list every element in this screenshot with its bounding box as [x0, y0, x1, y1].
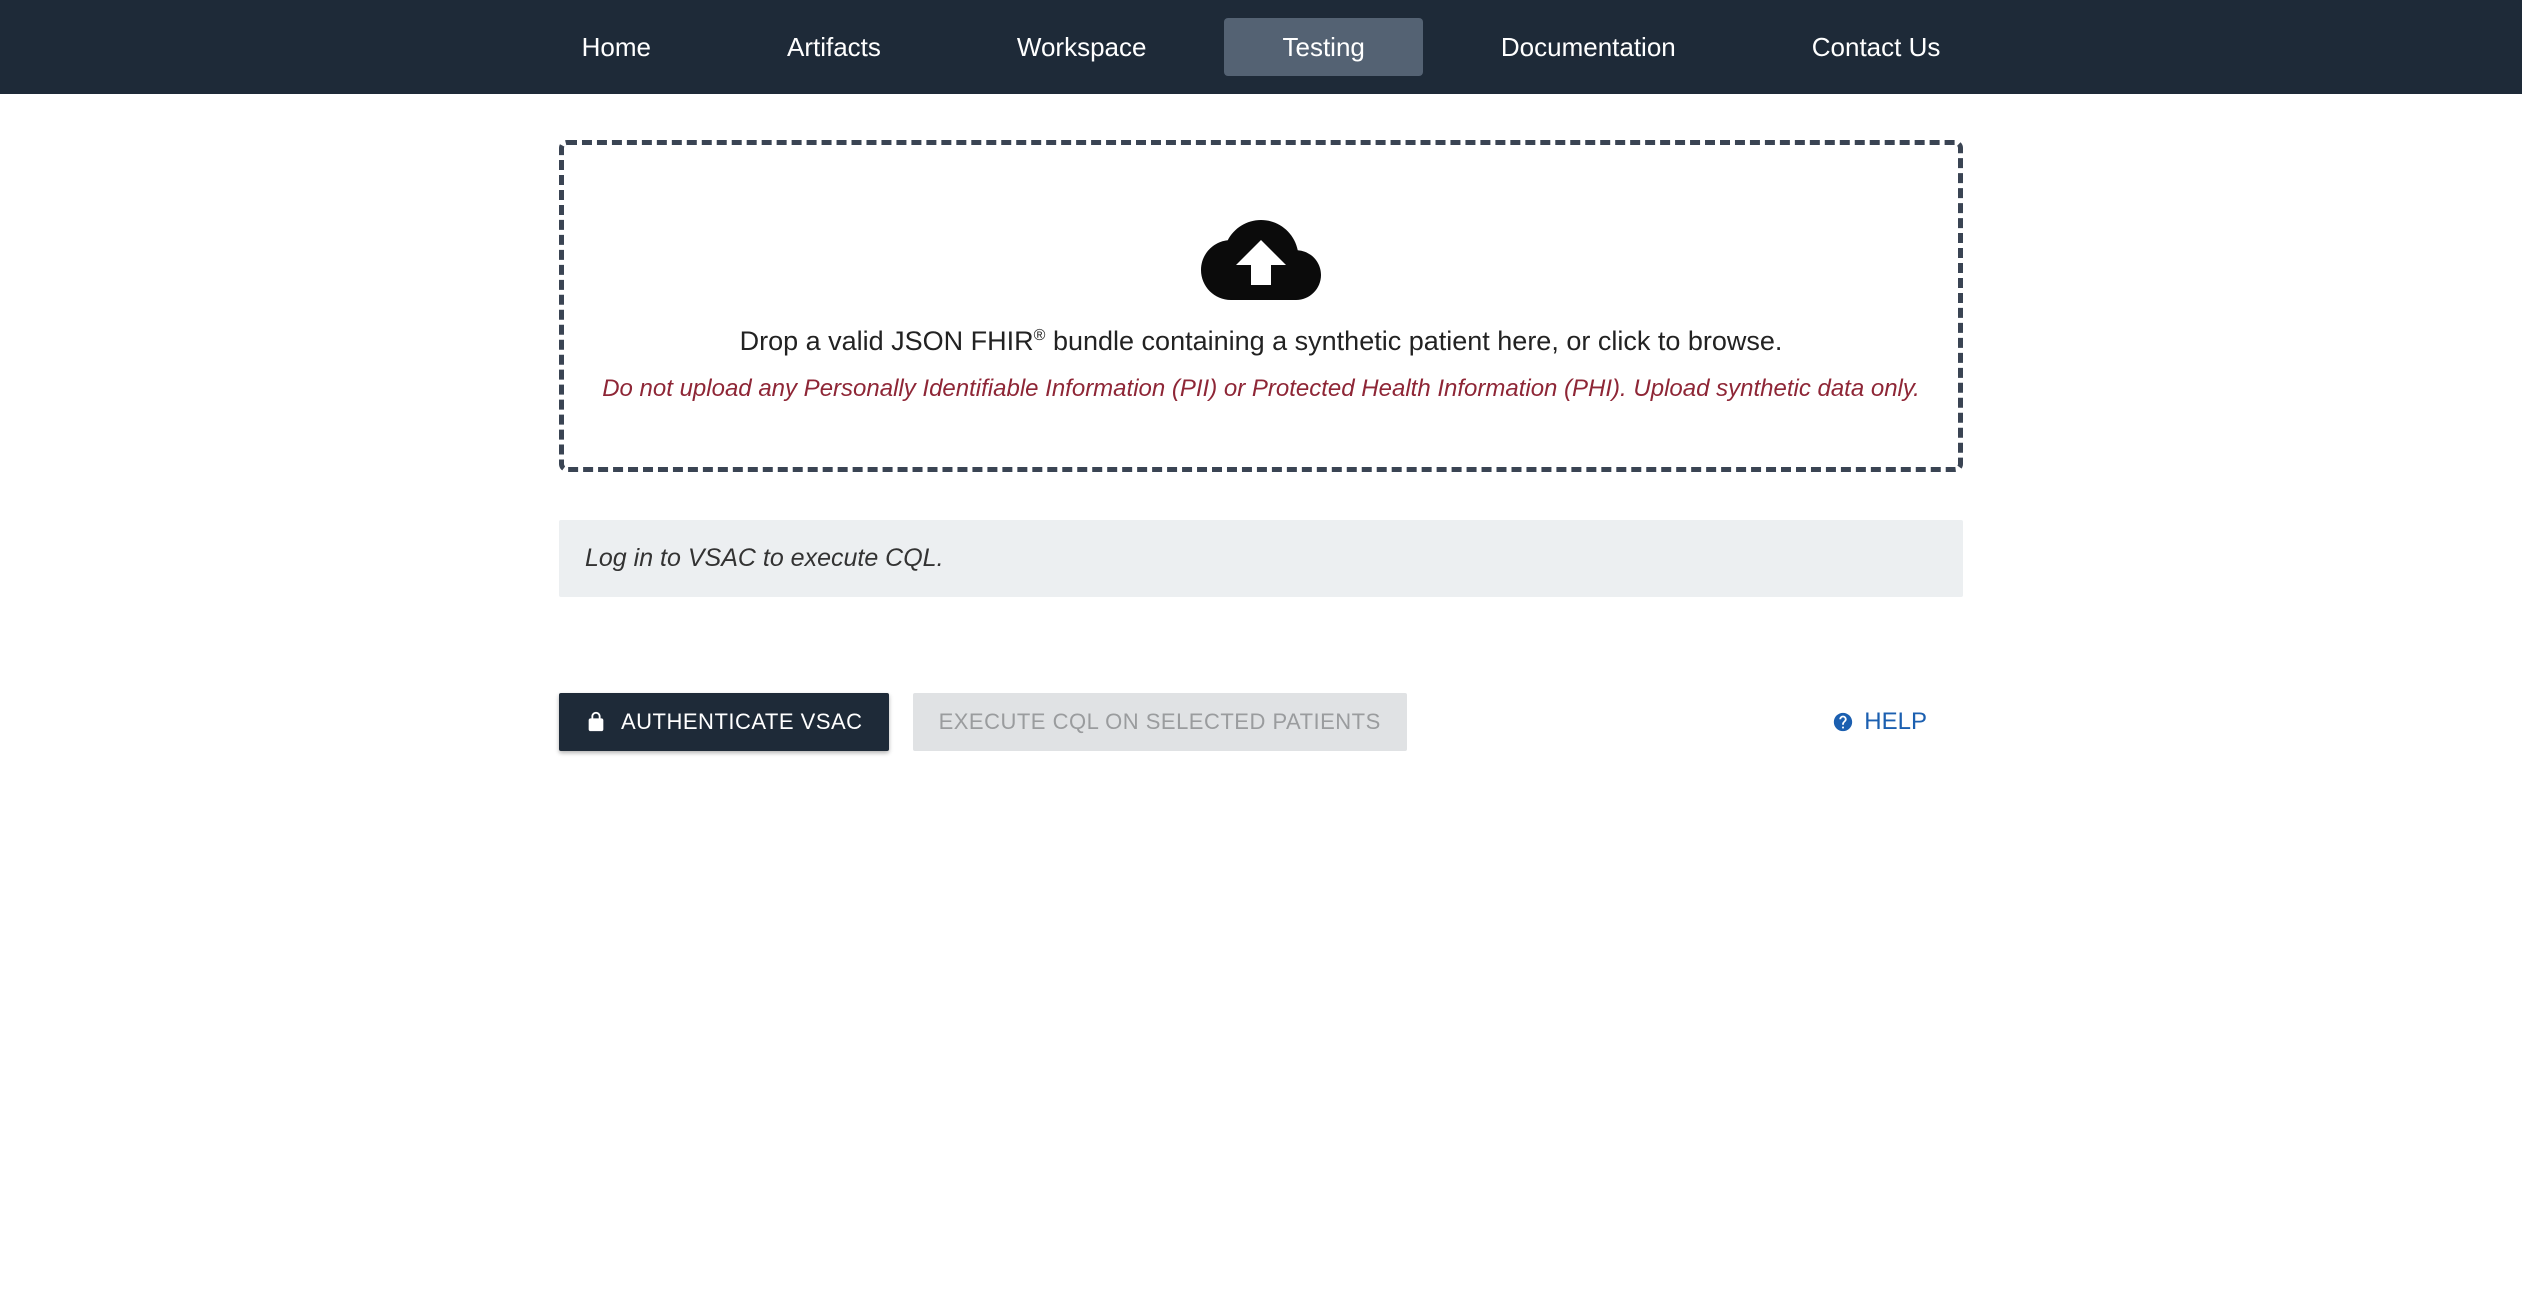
dropzone-instruction: Drop a valid JSON FHIR® bundle containin… — [594, 326, 1928, 357]
dropzone-warning: Do not upload any Personally Identifiabl… — [594, 375, 1928, 403]
nav-item-home[interactable]: Home — [524, 18, 709, 76]
lock-icon — [585, 711, 607, 733]
help-link[interactable]: HELP — [1832, 708, 1963, 736]
file-dropzone[interactable]: Drop a valid JSON FHIR® bundle containin… — [559, 140, 1963, 472]
action-row: AUTHENTICATE VSAC EXECUTE CQL ON SELECTE… — [559, 693, 1963, 751]
nav-item-testing[interactable]: Testing — [1224, 18, 1422, 76]
login-info-banner: Log in to VSAC to execute CQL. — [559, 520, 1963, 597]
registered-mark: ® — [1034, 327, 1046, 344]
execute-cql-button: EXECUTE CQL ON SELECTED PATIENTS — [913, 693, 1407, 751]
nav-item-contact-us[interactable]: Contact Us — [1754, 18, 1999, 76]
nav-item-documentation[interactable]: Documentation — [1443, 18, 1734, 76]
dropzone-text-prefix: Drop a valid JSON FHIR — [740, 326, 1034, 356]
help-icon — [1832, 711, 1854, 733]
nav-item-artifacts[interactable]: Artifacts — [729, 18, 939, 76]
dropzone-text-suffix: bundle containing a synthetic patient he… — [1045, 326, 1782, 356]
nav-item-workspace[interactable]: Workspace — [959, 18, 1205, 76]
main-navbar: Home Artifacts Workspace Testing Documen… — [0, 0, 2522, 94]
help-label: HELP — [1864, 708, 1927, 736]
cloud-upload-icon — [1201, 215, 1321, 300]
authenticate-vsac-button[interactable]: AUTHENTICATE VSAC — [559, 693, 889, 751]
authenticate-vsac-label: AUTHENTICATE VSAC — [621, 709, 863, 735]
